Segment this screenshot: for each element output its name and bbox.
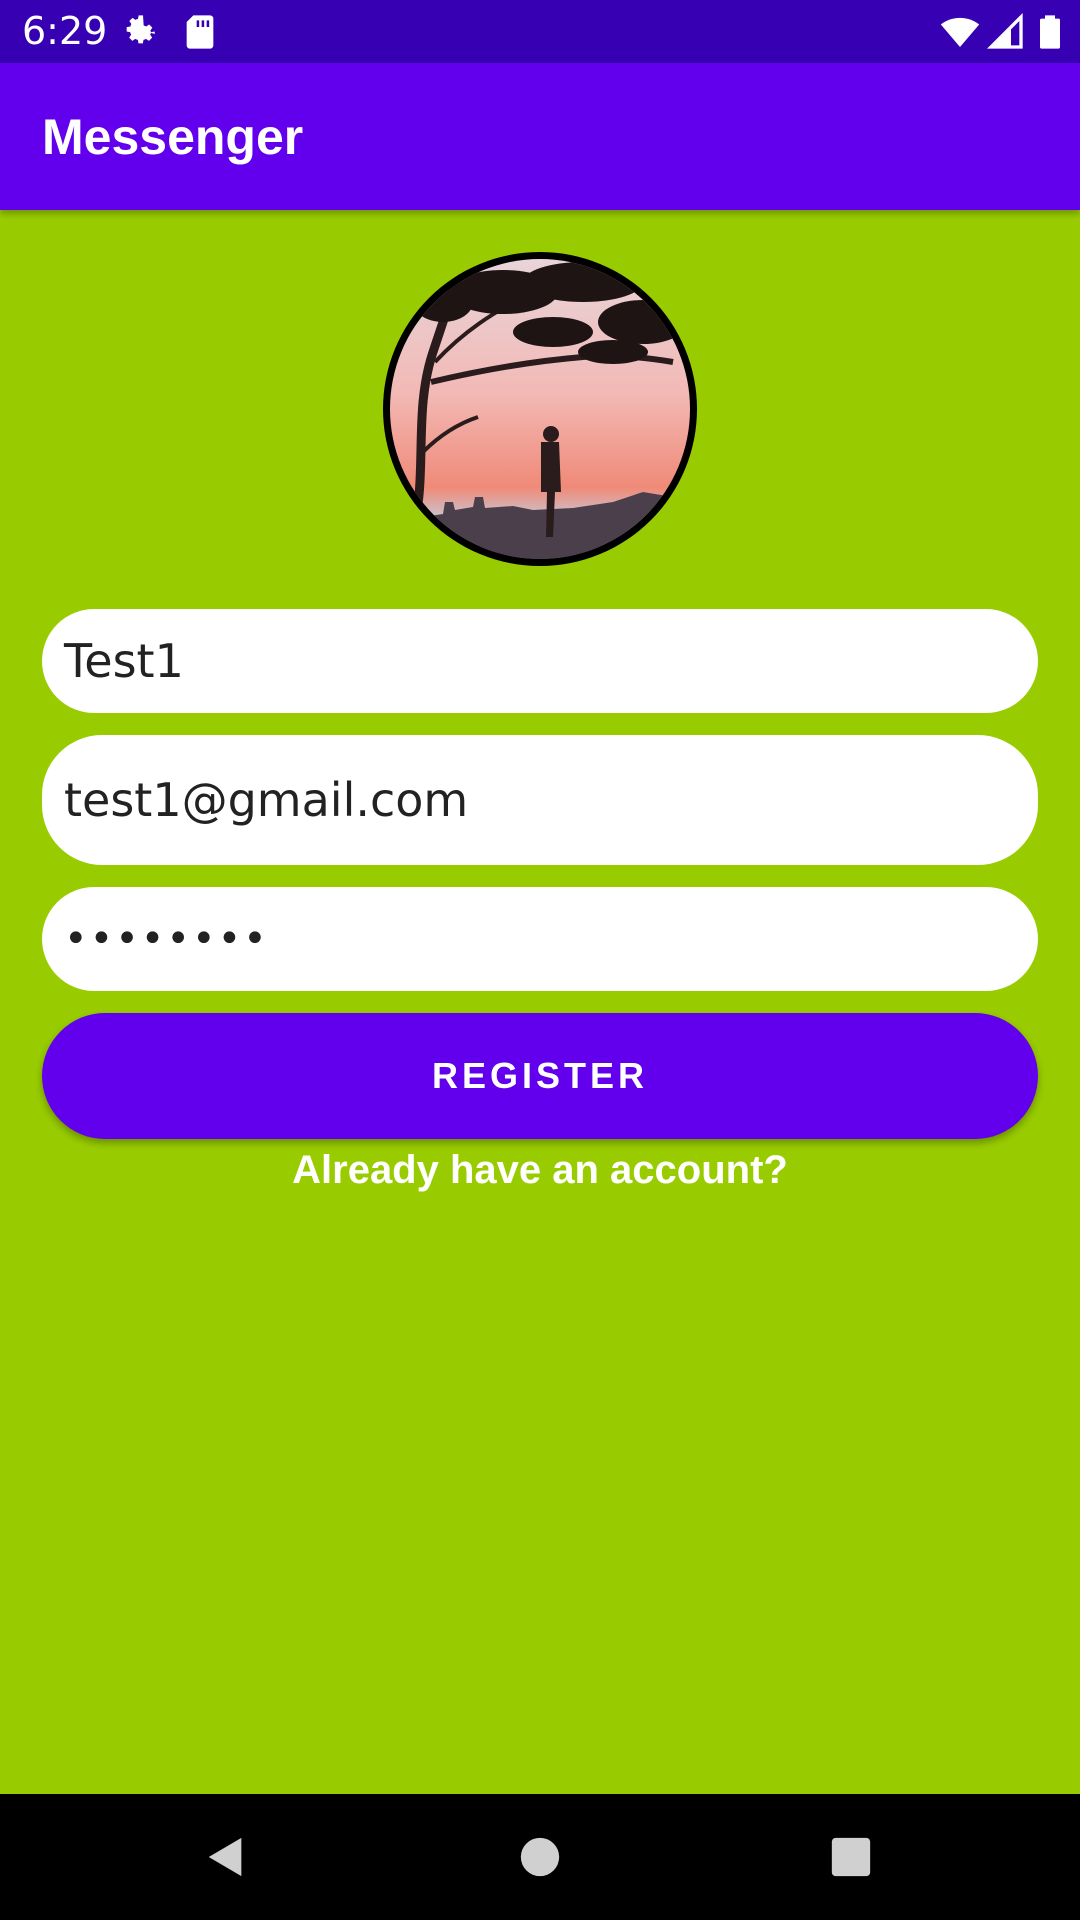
register-button[interactable]: REGISTER: [42, 1013, 1038, 1139]
app-bar: Messenger: [0, 63, 1080, 210]
wifi-icon: [940, 17, 980, 47]
email-value: test1@gmail.com: [64, 773, 469, 827]
battery-icon: [1040, 15, 1060, 49]
home-icon[interactable]: [517, 1834, 563, 1880]
password-value: ••••••••: [64, 916, 269, 962]
gear-icon: [126, 15, 155, 44]
profile-photo-avatar[interactable]: [383, 252, 697, 566]
back-icon[interactable]: [203, 1834, 249, 1880]
username-field[interactable]: Test1: [42, 609, 1038, 713]
already-have-account-link[interactable]: Already have an account?: [0, 1140, 1080, 1200]
password-field[interactable]: ••••••••: [42, 887, 1038, 991]
sd-card-icon: [186, 15, 214, 49]
app-title: Messenger: [42, 109, 304, 165]
navigation-bar: [0, 1794, 1080, 1920]
username-value: Test1: [64, 634, 184, 688]
signal-icon: [986, 12, 1023, 49]
status-time: 6:29: [22, 9, 108, 53]
recents-icon[interactable]: [828, 1834, 874, 1880]
email-field[interactable]: test1@gmail.com: [42, 735, 1038, 865]
status-bar: 6:29: [0, 0, 1080, 63]
